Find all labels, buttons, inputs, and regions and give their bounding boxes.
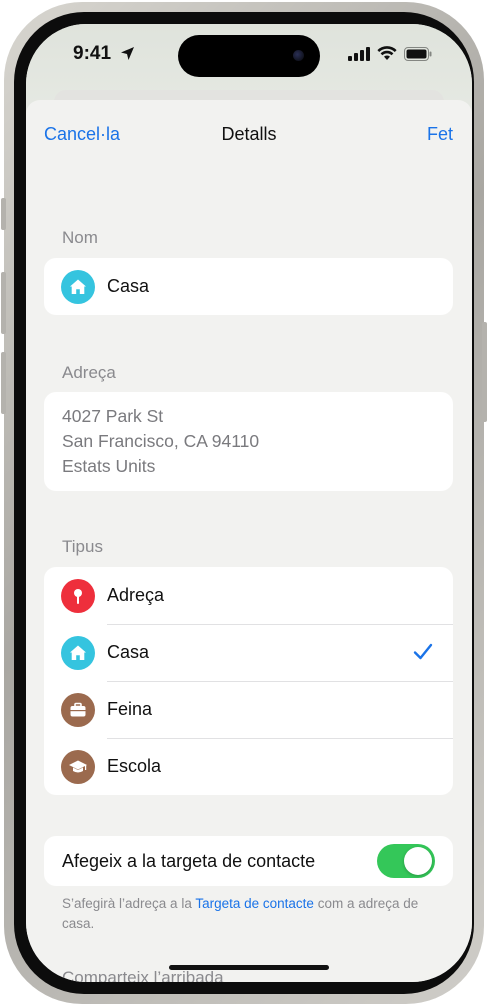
type-option-work[interactable]: Feina	[44, 681, 453, 738]
wifi-icon	[377, 46, 397, 60]
address-line-3: Estats Units	[62, 456, 156, 476]
type-option-label: Feina	[107, 699, 153, 719]
footnote-text-before: S’afegirà l’adreça a la	[62, 896, 196, 911]
address-card[interactable]: 4027 Park St San Francisco, CA 94110 Est…	[44, 392, 453, 491]
address-section-label: Adreça	[62, 363, 116, 382]
pin-icon	[61, 578, 95, 613]
type-option-label: Adreça	[107, 585, 165, 605]
address-line-2: San Francisco, CA 94110	[62, 431, 260, 451]
graduation-cap-icon	[61, 749, 95, 784]
status-bar: 9:41	[26, 24, 472, 86]
name-field[interactable]: Casa	[44, 258, 453, 315]
status-icons	[348, 46, 432, 61]
type-card: Adreça Casa Feina Escola	[44, 567, 453, 795]
status-time: 9:41	[73, 43, 112, 64]
briefcase-icon	[61, 692, 95, 727]
page-title: Detalls	[221, 124, 277, 144]
action-button	[1, 198, 6, 230]
volume-down-button	[1, 352, 6, 414]
name-section-label: Nom	[62, 228, 98, 247]
address-line-1: 4027 Park St	[62, 406, 164, 426]
contact-card-toggle[interactable]	[377, 844, 435, 878]
camera-icon	[293, 50, 304, 61]
type-option-label: Escola	[107, 756, 162, 776]
volume-up-button	[1, 272, 6, 334]
contact-card-link[interactable]: Targeta de contacte	[195, 896, 314, 911]
home-indicator[interactable]	[169, 965, 329, 970]
location-arrow-icon	[121, 47, 134, 60]
contact-footnote: S’afegirà l’adreça a la Targeta de conta…	[62, 894, 422, 934]
share-section-label: Comparteix l’arribada	[62, 968, 224, 982]
toggle-knob	[404, 847, 432, 875]
type-option-address[interactable]: Adreça	[44, 567, 453, 624]
dynamic-island	[178, 35, 320, 77]
contact-toggle-card: Afegeix a la targeta de contacte	[44, 836, 453, 886]
type-option-school[interactable]: Escola	[44, 738, 453, 795]
cellular-signal-icon	[348, 46, 370, 61]
contact-toggle-label: Afegeix a la targeta de contacte	[62, 851, 316, 871]
checkmark-icon	[413, 643, 433, 660]
name-card: Casa	[44, 258, 453, 315]
screen: 9:41 Cancel·la Detalls Fet Nom Casa Adre…	[26, 24, 472, 982]
phone-frame: 9:41 Cancel·la Detalls Fet Nom Casa Adre…	[1, 2, 487, 1004]
house-icon	[61, 635, 95, 670]
name-value: Casa	[107, 276, 150, 296]
type-section-label: Tipus	[62, 537, 103, 556]
address-text: 4027 Park St San Francisco, CA 94110 Est…	[62, 404, 259, 479]
type-option-label: Casa	[107, 642, 150, 662]
battery-icon	[404, 46, 432, 61]
house-icon	[61, 269, 95, 304]
type-option-home[interactable]: Casa	[44, 624, 453, 681]
details-sheet: Cancel·la Detalls Fet Nom Casa Adreça 40…	[26, 100, 472, 982]
nav-bar: Cancel·la Detalls Fet	[26, 100, 472, 160]
power-button	[482, 322, 487, 422]
done-button[interactable]: Fet	[427, 124, 453, 145]
